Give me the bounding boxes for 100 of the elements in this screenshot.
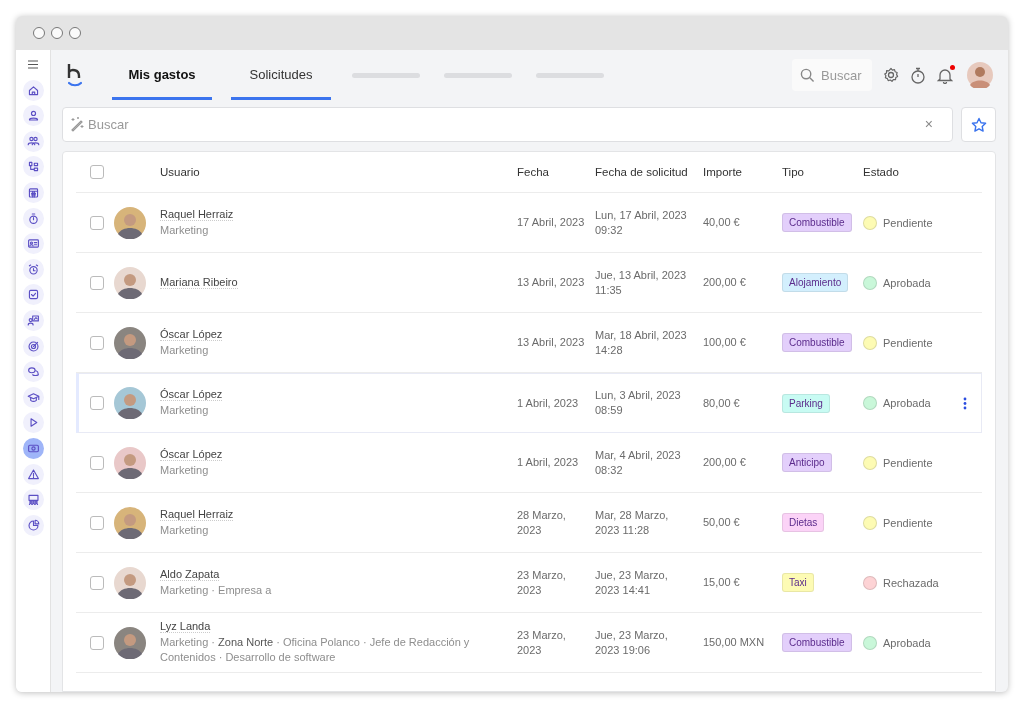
checkbox[interactable] bbox=[90, 335, 104, 350]
table-cell-text: 17 Abril, 2023 bbox=[517, 215, 586, 230]
meeting-icon bbox=[26, 493, 40, 507]
status-label: Aprobada bbox=[883, 276, 931, 289]
sidebar-item[interactable] bbox=[22, 335, 44, 357]
logo bbox=[66, 63, 84, 87]
table-cell-text: Jue, 23 Marzo, 2023 14:41 bbox=[595, 567, 669, 598]
sidebar-item[interactable] bbox=[22, 489, 44, 511]
tab[interactable]: Solicitudes bbox=[231, 50, 331, 100]
user-name[interactable]: Óscar López bbox=[160, 388, 223, 401]
sidebar-item[interactable] bbox=[22, 514, 44, 536]
column-header: Fecha bbox=[517, 166, 550, 178]
status-label: Rechazada bbox=[883, 576, 939, 589]
avatar bbox=[114, 206, 146, 239]
type-tag: Dietas bbox=[782, 513, 825, 532]
checkbox[interactable] bbox=[90, 275, 104, 290]
user-name[interactable]: Óscar López bbox=[160, 447, 223, 461]
user-details: Marketing · Zona Norte · Oficina Polanco · Jefe de Redacción y Contenidos · Desarrollo de software bbox=[160, 635, 471, 665]
more-options-icon[interactable] bbox=[963, 396, 967, 410]
settings-icon[interactable] bbox=[883, 67, 899, 83]
table-cell-text: 200,00 € bbox=[703, 275, 747, 290]
user-name[interactable]: Óscar López bbox=[160, 327, 223, 341]
user-name[interactable]: Lyz Landa bbox=[160, 620, 211, 633]
clear-button[interactable]: × bbox=[924, 116, 933, 132]
menu-icon[interactable] bbox=[28, 60, 38, 69]
tab[interactable]: Mis gastos bbox=[112, 50, 212, 100]
sidebar-item[interactable] bbox=[22, 361, 44, 383]
table-cell-text: Jue, 13 Abril, 2023 11:35 bbox=[595, 267, 688, 298]
type-tag: Combustible bbox=[782, 213, 852, 232]
avatar[interactable] bbox=[967, 62, 993, 88]
table-cell-text: Mar, 4 Abril, 2023 08:32 bbox=[595, 447, 682, 478]
type-tag: Taxi bbox=[782, 573, 814, 592]
checkbox[interactable] bbox=[90, 165, 104, 179]
window-control[interactable] bbox=[51, 27, 63, 39]
table-cell-text: 150,00 MXN bbox=[703, 635, 766, 650]
status-label: Pendiente bbox=[883, 216, 933, 229]
alarm-clock-icon bbox=[26, 262, 40, 276]
user-name[interactable]: Raquel Herraiz bbox=[160, 507, 234, 521]
type-tag: Combustible bbox=[782, 333, 852, 352]
status-label: Pendiente bbox=[883, 516, 933, 529]
type-tag: Combustible bbox=[782, 633, 852, 652]
window-control[interactable] bbox=[33, 27, 45, 39]
status-label: Aprobada bbox=[883, 636, 931, 649]
status-label: Pendiente bbox=[883, 336, 933, 349]
favorite-button[interactable] bbox=[961, 107, 996, 142]
table-cell-text: 50,00 € bbox=[703, 515, 741, 530]
sidebar-item[interactable] bbox=[22, 386, 44, 408]
star-icon bbox=[970, 116, 987, 133]
table-cell-text: 100,00 € bbox=[703, 335, 747, 350]
sidebar-item[interactable] bbox=[22, 156, 44, 178]
avatar bbox=[114, 626, 146, 659]
avatar bbox=[114, 326, 146, 359]
id-card-icon bbox=[26, 237, 40, 251]
checkbox[interactable] bbox=[90, 396, 104, 410]
sidebar-item[interactable] bbox=[22, 284, 44, 306]
checkbox[interactable] bbox=[90, 215, 104, 230]
type-tag: Alojamiento bbox=[782, 273, 849, 292]
window-control[interactable] bbox=[69, 27, 81, 39]
checkbox[interactable] bbox=[90, 455, 104, 470]
user-name[interactable]: Aldo Zapata bbox=[160, 567, 220, 581]
warning-icon bbox=[26, 467, 40, 481]
sidebar-item[interactable] bbox=[22, 309, 44, 331]
sidebar-item[interactable] bbox=[22, 105, 44, 127]
checkbox[interactable] bbox=[90, 575, 104, 590]
chat-icon bbox=[26, 365, 40, 379]
table-cell-text: Lun, 3 Abril, 2023 08:59 bbox=[595, 388, 682, 418]
sidebar-item[interactable] bbox=[22, 437, 44, 459]
checkbox[interactable] bbox=[90, 515, 104, 530]
checkbox[interactable] bbox=[90, 635, 104, 650]
user-name[interactable]: Mariana Ribeiro bbox=[160, 276, 238, 289]
sidebar-item[interactable] bbox=[22, 258, 44, 280]
table-cell-text: Mar, 28 Marzo, 2023 11:28 bbox=[595, 507, 670, 538]
stopwatch-icon bbox=[26, 211, 40, 225]
table-cell-text: 13 Abril, 2023 bbox=[517, 335, 586, 350]
pie-chart-icon bbox=[26, 518, 40, 532]
table-cell-text: 1 Abril, 2023 bbox=[517, 395, 580, 411]
table-cell-text: 40,00 € bbox=[703, 215, 741, 230]
table-cell-text: 23 Marzo, 2023 bbox=[517, 627, 567, 658]
sidebar-item[interactable] bbox=[22, 412, 44, 434]
sidebar-item[interactable] bbox=[22, 130, 44, 152]
target-icon bbox=[26, 339, 40, 353]
user-details: Marketing bbox=[160, 222, 210, 238]
notification-bell-icon[interactable] bbox=[937, 66, 953, 84]
sidebar-item[interactable] bbox=[22, 207, 44, 229]
column-header: Tipo bbox=[782, 166, 805, 178]
sidebar-item[interactable] bbox=[22, 463, 44, 485]
sidebar-item[interactable] bbox=[22, 233, 44, 255]
column-header: Usuario bbox=[160, 166, 201, 178]
status-label: Pendiente bbox=[883, 456, 933, 469]
table-cell-text: 80,00 € bbox=[703, 395, 741, 411]
table-cell-text: Lun, 17 Abril, 2023 09:32 bbox=[595, 207, 688, 238]
user-name[interactable]: Raquel Herraiz bbox=[160, 207, 234, 221]
sidebar-item[interactable] bbox=[22, 181, 44, 203]
user-icon bbox=[26, 109, 40, 123]
sidebar-item[interactable] bbox=[22, 79, 44, 101]
stopwatch-icon[interactable] bbox=[910, 66, 926, 84]
search-field[interactable]: Buscar bbox=[792, 59, 872, 91]
column-header: Importe bbox=[703, 166, 743, 178]
avatar bbox=[114, 387, 146, 419]
graduation-cap-icon bbox=[26, 390, 40, 404]
